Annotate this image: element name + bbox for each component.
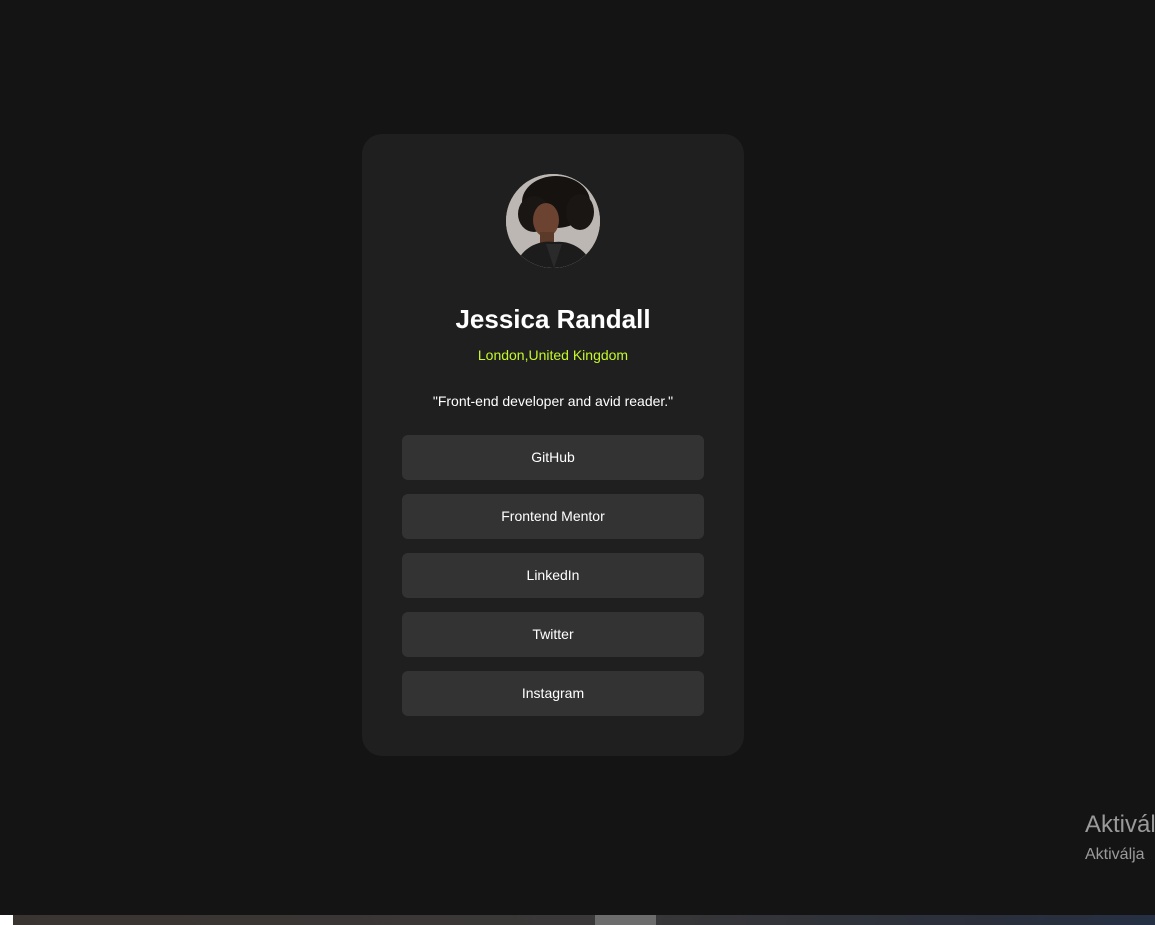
profile-name: Jessica Randall: [455, 304, 651, 334]
github-link-button[interactable]: GitHub: [402, 435, 704, 480]
profile-location: London,United Kingdom: [477, 347, 629, 363]
profile-bio: "Front-end developer and avid reader.": [432, 393, 674, 409]
frontend-mentor-link-button[interactable]: Frontend Mentor: [402, 494, 704, 539]
avatar: [506, 174, 600, 268]
profile-card: Jessica Randall London,United Kingdom "F…: [362, 134, 744, 756]
taskbar-strip: [0, 915, 1155, 925]
instagram-link-button[interactable]: Instagram: [402, 671, 704, 716]
linkedin-link-button[interactable]: LinkedIn: [402, 553, 704, 598]
social-links: GitHub Frontend Mentor LinkedIn Twitter …: [402, 435, 704, 730]
windows-activation-title: Aktivál: [1085, 811, 1155, 838]
taskbar-highlight: [595, 915, 656, 925]
taskbar-edge: [0, 915, 13, 925]
avatar-photo: [506, 174, 600, 268]
twitter-link-button[interactable]: Twitter: [402, 612, 704, 657]
windows-activation-subtitle: Aktiválja: [1085, 846, 1145, 863]
